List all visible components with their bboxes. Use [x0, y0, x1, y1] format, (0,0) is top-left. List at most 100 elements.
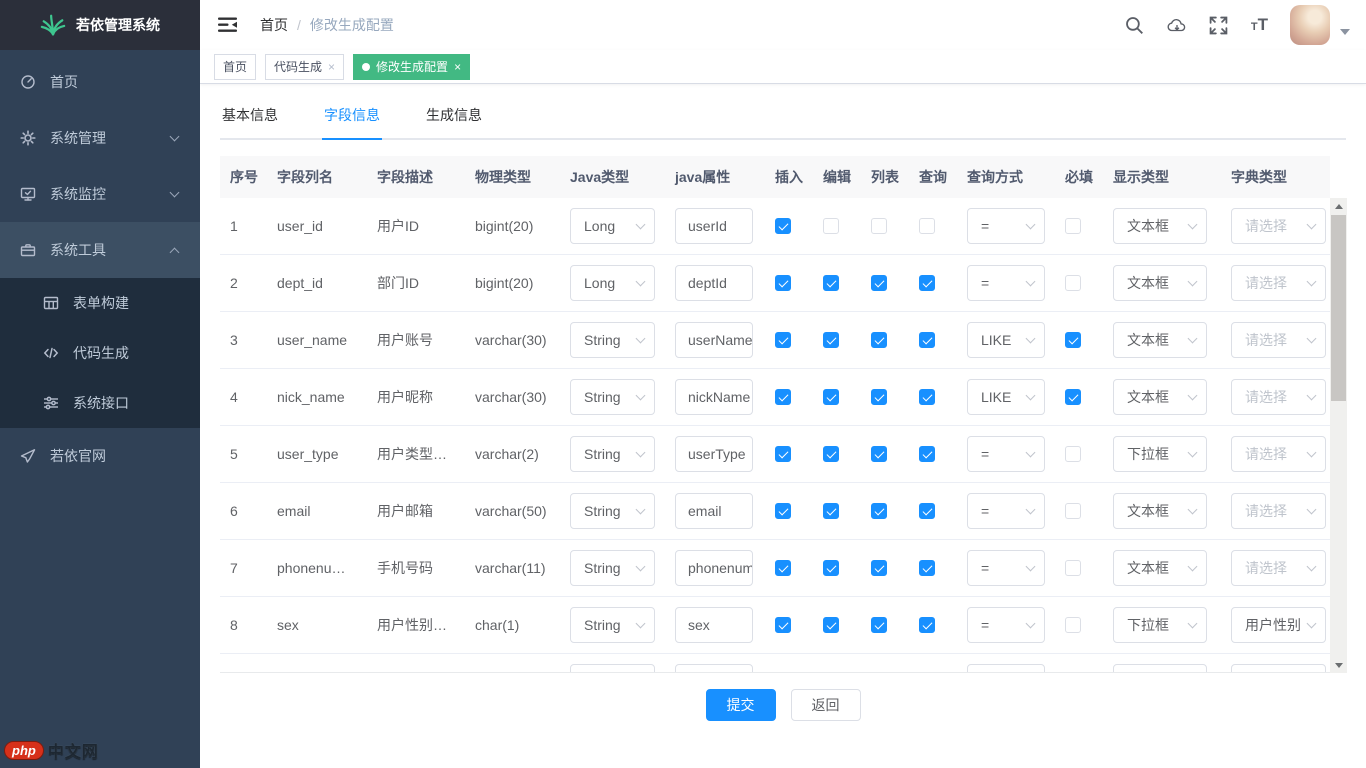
logo-bar[interactable]: 若依管理系统 — [0, 0, 200, 50]
edit-checkbox[interactable] — [823, 503, 839, 519]
query-checkbox[interactable] — [919, 503, 935, 519]
insert-checkbox[interactable] — [775, 218, 791, 234]
sidebar-item-2[interactable]: 系统监控 — [0, 166, 200, 222]
breadcrumb-home[interactable]: 首页 — [260, 15, 288, 35]
cloud-download-icon[interactable] — [1167, 15, 1187, 35]
query-type-select[interactable]: = — [967, 436, 1045, 472]
query-type-select[interactable]: = — [967, 607, 1045, 643]
java-type-select[interactable]: String — [570, 607, 655, 643]
dict-type-select[interactable]: 请选择 — [1231, 208, 1326, 244]
edit-checkbox[interactable] — [823, 446, 839, 462]
sidebar-item-7[interactable]: 若依官网 — [0, 428, 200, 484]
query-type-select[interactable]: = — [967, 208, 1045, 244]
query-checkbox[interactable] — [919, 275, 935, 291]
insert-checkbox[interactable] — [775, 389, 791, 405]
required-checkbox[interactable] — [1065, 503, 1081, 519]
query-type-select[interactable]: = — [967, 664, 1045, 673]
java-field-input[interactable]: avatar — [675, 664, 753, 673]
edit-checkbox[interactable] — [823, 332, 839, 348]
java-type-select[interactable]: String — [570, 436, 655, 472]
display-type-select[interactable]: 文本框 — [1113, 208, 1207, 244]
tag-2[interactable]: 修改生成配置× — [353, 54, 470, 80]
required-checkbox[interactable] — [1065, 389, 1081, 405]
java-field-input[interactable]: userType — [675, 436, 753, 472]
tab-2[interactable]: 生成信息 — [424, 105, 484, 138]
java-field-input[interactable]: phonenumber — [675, 550, 753, 586]
table-scrollbar[interactable] — [1330, 198, 1347, 673]
display-type-select[interactable]: 文本框 — [1113, 664, 1207, 673]
dict-type-select[interactable]: 请选择 — [1231, 664, 1326, 673]
display-type-select[interactable]: 下拉框 — [1113, 607, 1207, 643]
search-icon[interactable] — [1125, 15, 1145, 35]
tag-close-icon[interactable]: × — [328, 61, 335, 73]
edit-checkbox[interactable] — [823, 617, 839, 633]
java-type-select[interactable]: String — [570, 379, 655, 415]
query-type-select[interactable]: LIKE — [967, 322, 1045, 358]
java-field-input[interactable]: nickName — [675, 379, 753, 415]
query-checkbox[interactable] — [919, 332, 935, 348]
sidebar-item-5[interactable]: 代码生成 — [0, 328, 200, 378]
sidebar-item-6[interactable]: 系统接口 — [0, 378, 200, 428]
java-type-select[interactable]: Long — [570, 265, 655, 301]
dict-type-select[interactable]: 请选择 — [1231, 436, 1326, 472]
query-checkbox[interactable] — [919, 446, 935, 462]
list-checkbox[interactable] — [871, 218, 887, 234]
sidebar-item-3[interactable]: 系统工具 — [0, 222, 200, 278]
tab-1[interactable]: 字段信息 — [322, 105, 382, 138]
scrollbar-down-arrow-icon[interactable] — [1330, 657, 1347, 673]
sidebar-item-4[interactable]: 表单构建 — [0, 278, 200, 328]
java-type-select[interactable]: String — [570, 493, 655, 529]
back-button[interactable]: 返回 — [791, 689, 861, 721]
query-checkbox[interactable] — [919, 218, 935, 234]
java-type-select[interactable]: String — [570, 322, 655, 358]
display-type-select[interactable]: 下拉框 — [1113, 436, 1207, 472]
list-checkbox[interactable] — [871, 503, 887, 519]
sidebar-item-0[interactable]: 首页 — [0, 54, 200, 110]
edit-checkbox[interactable] — [823, 275, 839, 291]
query-type-select[interactable]: LIKE — [967, 379, 1045, 415]
list-checkbox[interactable] — [871, 275, 887, 291]
insert-checkbox[interactable] — [775, 446, 791, 462]
display-type-select[interactable]: 文本框 — [1113, 322, 1207, 358]
query-type-select[interactable]: = — [967, 265, 1045, 301]
java-field-input[interactable]: email — [675, 493, 753, 529]
required-checkbox[interactable] — [1065, 218, 1081, 234]
java-type-select[interactable]: Long — [570, 208, 655, 244]
dict-type-select[interactable]: 请选择 — [1231, 493, 1326, 529]
query-checkbox[interactable] — [919, 617, 935, 633]
tag-close-icon[interactable]: × — [454, 61, 461, 73]
edit-checkbox[interactable] — [823, 389, 839, 405]
required-checkbox[interactable] — [1065, 560, 1081, 576]
display-type-select[interactable]: 文本框 — [1113, 550, 1207, 586]
query-type-select[interactable]: = — [967, 550, 1045, 586]
edit-checkbox[interactable] — [823, 560, 839, 576]
submit-button[interactable]: 提交 — [706, 689, 776, 721]
tab-0[interactable]: 基本信息 — [220, 105, 280, 138]
list-checkbox[interactable] — [871, 332, 887, 348]
sidebar-item-1[interactable]: 系统管理 — [0, 110, 200, 166]
query-checkbox[interactable] — [919, 389, 935, 405]
dict-type-select[interactable]: 请选择 — [1231, 379, 1326, 415]
user-avatar[interactable] — [1290, 5, 1330, 45]
dict-type-select[interactable]: 请选择 — [1231, 322, 1326, 358]
scrollbar-thumb[interactable] — [1331, 215, 1346, 401]
java-field-input[interactable]: userName — [675, 322, 753, 358]
query-checkbox[interactable] — [919, 560, 935, 576]
required-checkbox[interactable] — [1065, 332, 1081, 348]
fullscreen-icon[interactable] — [1209, 15, 1229, 35]
java-field-input[interactable]: sex — [675, 607, 753, 643]
list-checkbox[interactable] — [871, 446, 887, 462]
dict-type-select[interactable]: 请选择 — [1231, 550, 1326, 586]
list-checkbox[interactable] — [871, 560, 887, 576]
display-type-select[interactable]: 文本框 — [1113, 379, 1207, 415]
java-type-select[interactable]: String — [570, 664, 655, 673]
display-type-select[interactable]: 文本框 — [1113, 493, 1207, 529]
display-type-select[interactable]: 文本框 — [1113, 265, 1207, 301]
insert-checkbox[interactable] — [775, 560, 791, 576]
java-field-input[interactable]: userId — [675, 208, 753, 244]
dict-type-select[interactable]: 请选择 — [1231, 265, 1326, 301]
insert-checkbox[interactable] — [775, 332, 791, 348]
insert-checkbox[interactable] — [775, 503, 791, 519]
edit-checkbox[interactable] — [823, 218, 839, 234]
font-size-icon[interactable]: TT — [1251, 15, 1268, 35]
